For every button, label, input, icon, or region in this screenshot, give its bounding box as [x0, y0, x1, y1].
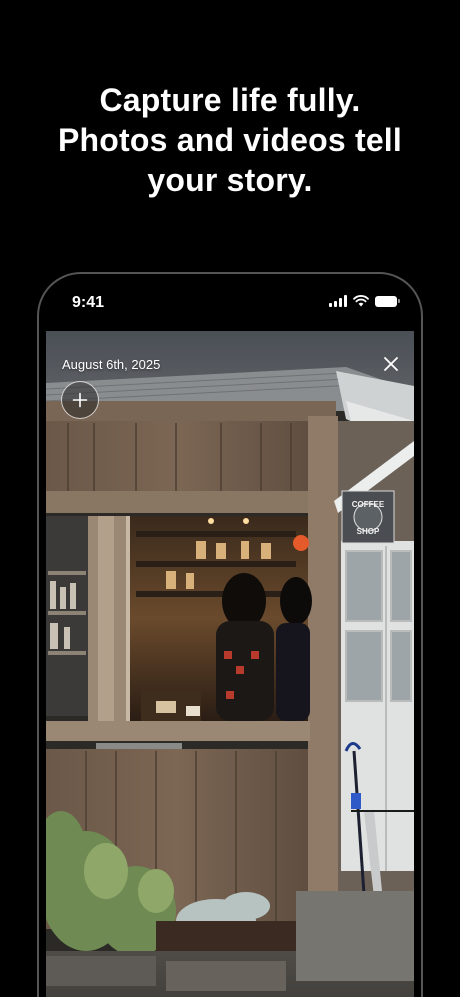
wifi-icon [353, 295, 369, 307]
add-button[interactable] [61, 381, 99, 419]
signal-icon [329, 295, 347, 307]
status-bar: 9:41 [39, 274, 421, 332]
headline: Capture life fully. Photos and videos te… [0, 80, 460, 200]
phone-frame: 9:41 COFFEE SHOP August 6th, 2025 [37, 272, 423, 997]
status-time: 9:41 [72, 294, 105, 311]
headline-line-3: your story. [147, 162, 313, 198]
status-icons [329, 295, 400, 307]
close-icon[interactable] [382, 355, 400, 373]
photo-date: August 6th, 2025 [62, 357, 161, 372]
battery-icon [375, 295, 400, 307]
coffee-shop-photo: COFFEE SHOP [46, 331, 414, 997]
svg-text:COFFEE: COFFEE [352, 500, 385, 509]
headline-line-1: Capture life fully. [99, 82, 361, 118]
svg-text:SHOP: SHOP [357, 527, 380, 536]
headline-line-2: Photos and videos tell [57, 122, 402, 158]
plus-icon [72, 392, 88, 408]
photo-view[interactable]: COFFEE SHOP August 6th, 2025 [46, 331, 414, 997]
